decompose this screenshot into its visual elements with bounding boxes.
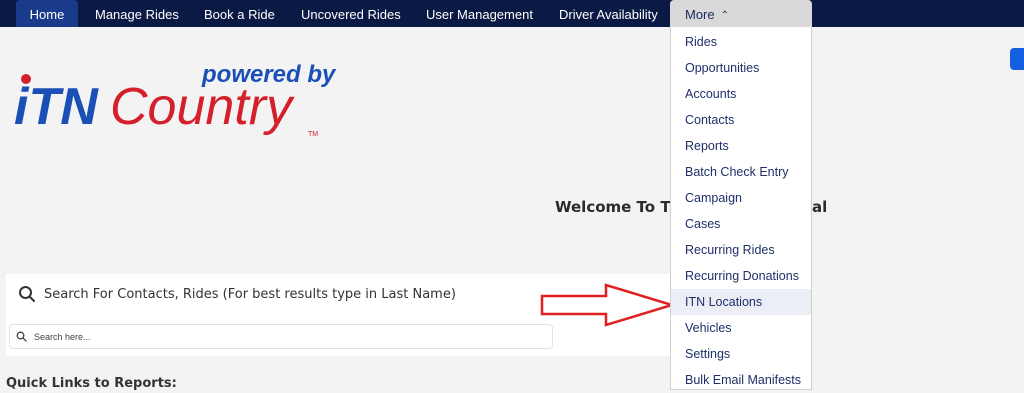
itn-country-logo: powered by iTN Country TM: [14, 61, 344, 142]
svg-text:iTN: iTN: [14, 78, 99, 136]
menu-item-itn-locations[interactable]: ITN Locations: [671, 289, 811, 315]
menu-item-recurring-rides[interactable]: Recurring Rides: [671, 237, 811, 263]
nav-tab-book-a-ride[interactable]: Book a Ride: [204, 0, 275, 27]
logo-graphic: powered by iTN Country TM: [14, 61, 337, 138]
menu-item-vehicles[interactable]: Vehicles: [671, 315, 811, 341]
svg-text:TM: TM: [308, 131, 318, 138]
menu-item-contacts[interactable]: Contacts: [671, 107, 811, 133]
more-dropdown-menu: Rides Opportunities Accounts Contacts Re…: [670, 27, 812, 390]
top-nav-bar: Home Manage Rides Book a Ride Uncovered …: [0, 0, 1024, 28]
nav-tab-more[interactable]: More ⌃: [670, 0, 812, 28]
nav-tab-manage-rides[interactable]: Manage Rides: [95, 0, 179, 27]
annotation-arrow-icon: [540, 283, 675, 327]
nav-tab-user-management[interactable]: User Management: [426, 0, 533, 27]
search-input-icon: [16, 331, 27, 342]
svg-text:Country: Country: [110, 78, 295, 136]
menu-item-opportunities[interactable]: Opportunities: [671, 55, 811, 81]
welcome-heading: Welcome To T: [555, 198, 671, 216]
menu-item-settings[interactable]: Settings: [671, 341, 811, 367]
search-input-box[interactable]: [9, 324, 553, 349]
nav-tab-home[interactable]: Home: [16, 0, 78, 27]
nav-more-label: More: [685, 7, 715, 22]
menu-item-recurring-donations[interactable]: Recurring Donations: [671, 263, 811, 289]
menu-item-bulk-email-manifests[interactable]: Bulk Email Manifests: [671, 367, 811, 393]
menu-item-campaign[interactable]: Campaign: [671, 185, 811, 211]
nav-tab-driver-availability[interactable]: Driver Availability: [559, 0, 658, 27]
quick-links-heading: Quick Links to Reports:: [6, 376, 177, 391]
menu-item-accounts[interactable]: Accounts: [671, 81, 811, 107]
menu-item-reports[interactable]: Reports: [671, 133, 811, 159]
search-input[interactable]: [32, 327, 536, 347]
menu-item-cases[interactable]: Cases: [671, 211, 811, 237]
menu-item-batch-check-entry[interactable]: Batch Check Entry: [671, 159, 811, 185]
edge-button[interactable]: [1010, 48, 1024, 70]
search-title: Search For Contacts, Rides (For best res…: [44, 287, 456, 302]
welcome-heading-tail: al: [812, 198, 828, 216]
nav-tab-uncovered-rides[interactable]: Uncovered Rides: [301, 0, 401, 27]
menu-item-rides[interactable]: Rides: [671, 29, 811, 55]
search-icon: [19, 286, 35, 302]
